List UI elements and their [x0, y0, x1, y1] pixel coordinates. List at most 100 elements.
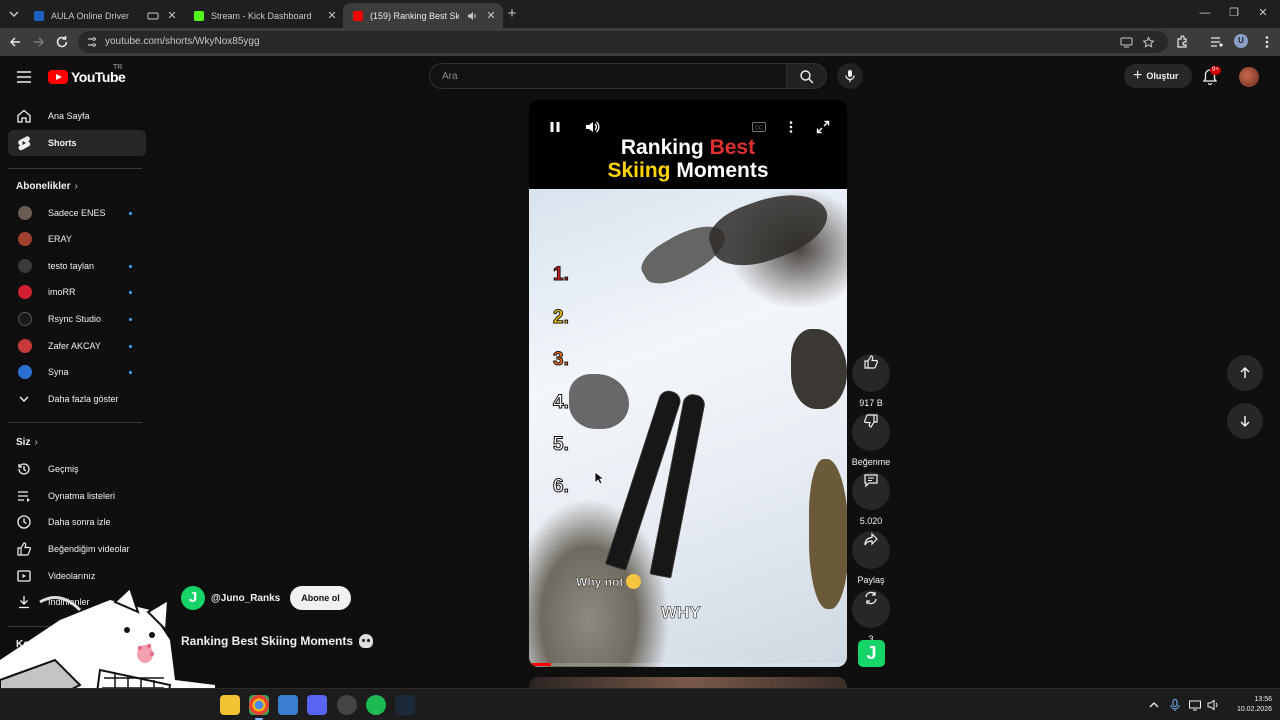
grimace-emoji-icon — [626, 574, 642, 589]
search-box[interactable] — [429, 63, 787, 89]
file-explorer-icon[interactable] — [220, 695, 240, 715]
subscribe-button[interactable]: Abone ol — [290, 586, 351, 610]
chrome-icon[interactable] — [249, 695, 269, 720]
sidebar-channel[interactable]: ERAY — [8, 226, 146, 252]
sidebar-item-label: Oynatma listeleri — [48, 491, 116, 501]
tab-search-chevron-icon[interactable] — [6, 6, 22, 22]
browser-menu-icon[interactable] — [1259, 34, 1275, 50]
fullscreen-button[interactable] — [815, 119, 831, 135]
sidebar-channel[interactable]: Rsync Studio — [8, 306, 146, 332]
remix-button[interactable] — [852, 590, 890, 628]
speaker-tray-icon[interactable] — [1206, 698, 1220, 712]
pause-button[interactable] — [547, 119, 563, 135]
youtube-logo[interactable]: YouTube TR — [48, 64, 126, 85]
sidebar-item-shorts[interactable]: Shorts — [8, 130, 146, 156]
browser-tab-aula[interactable]: AULA Online Driver ✕ — [24, 3, 184, 28]
sidebar-item-label: Daha sonra izle — [48, 517, 111, 527]
restore-window-icon[interactable]: ❐ — [1226, 5, 1242, 21]
dislike-button[interactable] — [852, 413, 890, 451]
more-options-button[interactable] — [783, 119, 799, 135]
tray-chevron-up-icon[interactable] — [1147, 698, 1161, 712]
steam-icon[interactable] — [395, 695, 415, 715]
next-short-button[interactable] — [1227, 403, 1263, 439]
remix-action[interactable]: 3 — [852, 579, 890, 644]
tab-audio-playing-icon[interactable] — [466, 10, 478, 22]
system-clock[interactable]: 13:56 10.02.2026 — [1228, 695, 1272, 715]
pause-icon — [550, 122, 560, 132]
network-tray-icon[interactable] — [1188, 698, 1202, 712]
new-content-dot — [129, 265, 132, 268]
volume-button[interactable] — [584, 119, 600, 135]
sidebar-channel[interactable]: imoRR — [8, 279, 146, 305]
playback-progress-bar[interactable] — [529, 663, 847, 666]
network-app-icon[interactable] — [278, 695, 298, 715]
tab-title: Stream - Kick Dashboard — [211, 10, 312, 21]
new-tab-button[interactable]: + — [504, 6, 520, 22]
like-action[interactable]: 917 B — [852, 343, 890, 408]
close-window-icon[interactable]: ✕ — [1255, 5, 1271, 21]
country-code: TR — [113, 64, 123, 71]
show-more-button[interactable]: Daha fazla göster — [8, 386, 146, 412]
account-avatar[interactable] — [1239, 67, 1259, 87]
sidebar-channel[interactable]: testo taylan — [8, 253, 146, 279]
sidebar-item-your-videos[interactable]: Videolarınız — [8, 563, 146, 589]
search-input[interactable] — [430, 64, 786, 88]
rank-label-3: 3. — [553, 349, 570, 371]
comments-action[interactable]: 5.020 — [852, 461, 890, 526]
address-bar[interactable]: youtube.com/shorts/WkyNox85ygg — [78, 31, 1168, 53]
notifications-button[interactable]: 9+ — [1202, 66, 1221, 86]
obs-icon[interactable] — [337, 695, 357, 715]
arrow-down-icon — [1240, 416, 1250, 428]
dislike-action[interactable]: Beğenme — [852, 402, 890, 467]
captions-button[interactable]: CC — [751, 119, 767, 135]
subscriptions-header[interactable]: Abonelikler › — [16, 181, 78, 192]
media-controls-icon[interactable] — [1209, 34, 1225, 50]
sidebar-item-label: Geçmiş — [48, 464, 79, 474]
browser-tab-youtube[interactable]: (159) Ranking Best Skiing M ✕ — [343, 3, 503, 28]
sidebar-item-playlists[interactable]: Oynatma listeleri — [8, 483, 146, 509]
site-info-icon[interactable] — [86, 36, 98, 48]
create-button[interactable]: + Oluştur — [1124, 64, 1192, 88]
extensions-icon[interactable] — [1174, 34, 1190, 50]
share-action[interactable]: Paylaş — [852, 520, 890, 585]
sidebar-item-home[interactable]: Ana Sayfa — [8, 103, 146, 129]
channel-thumbnail[interactable]: J — [858, 640, 885, 667]
close-tab-icon[interactable]: ✕ — [485, 10, 497, 22]
voice-search-button[interactable] — [837, 63, 863, 89]
microphone-tray-icon[interactable] — [1168, 698, 1182, 712]
close-tab-icon[interactable]: ✕ — [326, 10, 338, 22]
previous-short-button[interactable] — [1227, 355, 1263, 391]
sidebar-channel[interactable]: Zafer AKCAY — [8, 333, 146, 359]
like-button[interactable] — [852, 354, 890, 392]
comments-button[interactable] — [852, 472, 890, 510]
forward-icon[interactable] — [31, 34, 47, 50]
search-button[interactable] — [787, 63, 827, 89]
minimize-window-icon[interactable]: — — [1197, 5, 1213, 21]
video-frame[interactable]: 1. 2. 3. 4. 5. 6. Why not WHY — [529, 180, 847, 667]
next-short-preview[interactable] — [529, 677, 847, 688]
back-icon[interactable] — [7, 34, 23, 50]
mouse-cursor-icon — [594, 471, 604, 485]
sidebar-item-history[interactable]: Geçmiş — [8, 456, 146, 482]
discord-icon[interactable] — [307, 695, 327, 715]
skier-figure — [791, 329, 847, 409]
sidebar-item-watch-later[interactable]: Daha sonra izle — [8, 509, 146, 535]
sidebar-channel[interactable]: Syna — [8, 359, 146, 385]
sidebar-channel[interactable]: Sadece ENES — [8, 200, 146, 226]
new-content-dot — [129, 212, 132, 215]
you-header[interactable]: Siz › — [16, 437, 38, 448]
youtube-favicon-icon — [353, 10, 363, 21]
channel-handle[interactable]: @Juno_Ranks — [211, 593, 280, 604]
browser-tab-kick[interactable]: Stream - Kick Dashboard ✕ — [184, 3, 344, 28]
menu-hamburger-icon[interactable] — [16, 70, 32, 84]
microphone-icon — [845, 70, 855, 82]
shorts-player[interactable]: 1. 2. 3. 4. 5. 6. Why not WHY Ranking Be… — [529, 100, 847, 667]
bookmark-star-icon[interactable] — [1142, 36, 1155, 49]
share-button[interactable] — [852, 531, 890, 569]
browser-profile-avatar[interactable]: U — [1234, 34, 1248, 48]
install-app-icon[interactable] — [1120, 36, 1133, 49]
sidebar-item-liked-videos[interactable]: Beğendiğim videolar — [8, 536, 146, 562]
reload-icon[interactable] — [54, 34, 70, 50]
close-tab-icon[interactable]: ✕ — [166, 10, 178, 22]
spotify-icon[interactable] — [366, 695, 386, 715]
